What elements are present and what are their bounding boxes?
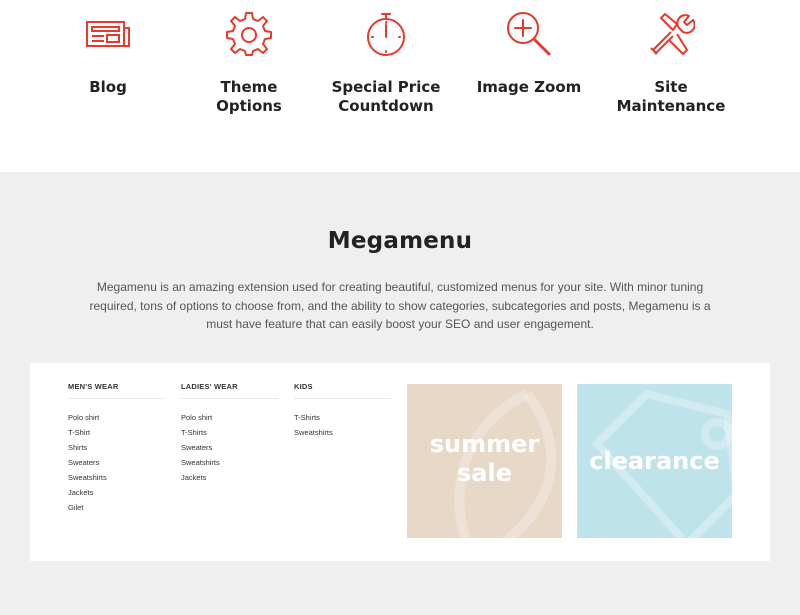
menu-link[interactable]: Sweatshirts <box>294 425 391 440</box>
menu-link[interactable]: Shirts <box>68 440 165 455</box>
menu-link[interactable]: Sweaters <box>181 440 278 455</box>
column-title: LADIES' WEAR <box>181 382 278 399</box>
promo-banner-summer-sale[interactable]: summer sale <box>407 384 562 538</box>
promo-text: summer sale <box>429 430 540 487</box>
menu-link[interactable]: Gilet <box>68 500 165 515</box>
stopwatch-icon <box>362 10 410 58</box>
megamenu-section: Megamenu Megamenu is an amazing extensio… <box>0 172 800 615</box>
feature-label: Special Price Countdown <box>331 78 441 115</box>
menu-column-kids: KIDS T-Shirts Sweatshirts <box>294 382 391 440</box>
menu-link[interactable]: T-Shirt <box>68 425 165 440</box>
menu-link[interactable]: Jackets <box>68 485 165 500</box>
column-title: KIDS <box>294 382 391 399</box>
promo-banner-clearance[interactable]: clearance <box>577 384 732 538</box>
zoom-in-icon <box>505 10 553 58</box>
menu-link[interactable]: Sweatshirts <box>68 470 165 485</box>
tools-icon <box>647 10 695 58</box>
section-description: Megamenu is an amazing extension used fo… <box>89 280 711 331</box>
menu-link[interactable]: T-Shirts <box>294 410 391 425</box>
gear-icon <box>225 10 273 58</box>
feature-label: Image Zoom <box>476 78 582 96</box>
menu-link[interactable]: T-Shirts <box>181 425 278 440</box>
newspaper-icon <box>84 10 132 58</box>
column-links: Polo shirt T-Shirts Sweaters Sweatshirts… <box>181 410 278 485</box>
menu-column-ladies-wear: LADIES' WEAR Polo shirt T-Shirts Sweater… <box>181 382 278 485</box>
menu-link[interactable]: Jackets <box>181 470 278 485</box>
feature-label: Blog <box>89 78 127 96</box>
column-links: Polo shirt T-Shirt Shirts Sweaters Sweat… <box>68 410 165 515</box>
feature-label: Site Maintenance <box>616 78 726 115</box>
menu-link[interactable]: Sweatshirts <box>181 455 278 470</box>
menu-link[interactable]: Polo shirt <box>68 410 165 425</box>
megamenu-panel: MEN'S WEAR Polo shirt T-Shirt Shirts Swe… <box>30 363 770 561</box>
menu-link[interactable]: Polo shirt <box>181 410 278 425</box>
menu-column-mens-wear: MEN'S WEAR Polo shirt T-Shirt Shirts Swe… <box>68 382 165 515</box>
menu-link[interactable]: Sweaters <box>68 455 165 470</box>
promo-text: clearance <box>589 447 720 475</box>
features-row: Blog Theme Options Special Price Countdo <box>0 0 800 172</box>
column-links: T-Shirts Sweatshirts <box>294 410 391 440</box>
section-title: Megamenu <box>327 228 473 254</box>
feature-label: Theme Options <box>216 78 282 115</box>
column-title: MEN'S WEAR <box>68 382 165 399</box>
